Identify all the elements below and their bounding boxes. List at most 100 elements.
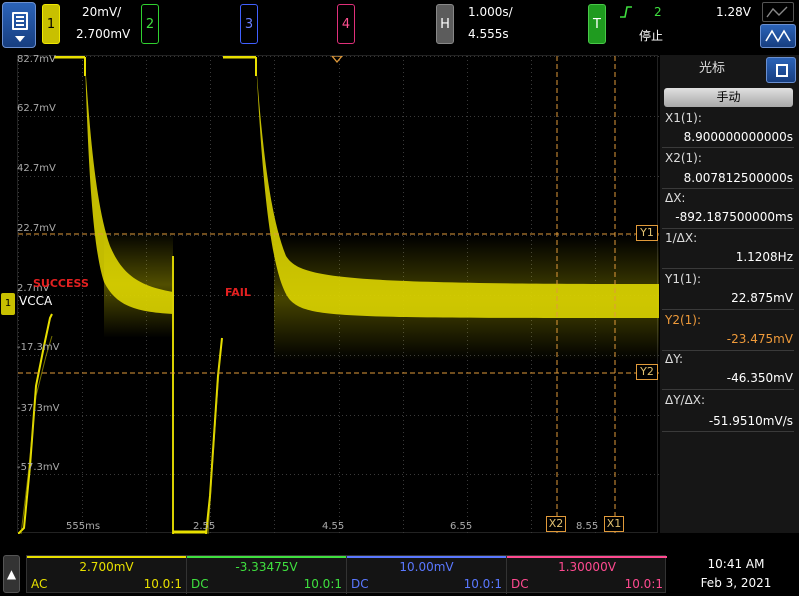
divider [662,188,794,189]
channel-4-label: 4 [341,16,351,32]
channel-1-offset: 2.700mV [76,27,131,41]
channel-4-offset-value: 1.30000V [558,560,616,574]
divider [662,431,794,432]
trigger-button[interactable]: T [588,4,606,44]
touch-waveform-button[interactable] [760,24,796,48]
clock-date: Feb 3, 2021 [700,576,772,590]
horizontal-label: H [440,16,450,32]
expand-up-button[interactable]: ▲ [3,555,20,593]
x2-label: X2(1): [665,151,702,165]
fail-annotation: FAIL [225,286,251,299]
channel-2-button[interactable]: 2 [141,4,159,44]
y2-value[interactable]: -23.475mV [727,332,793,346]
x1-label: X1(1): [665,111,702,125]
trigger-level: 1.28V [716,5,751,19]
divider [662,147,794,148]
delta-y-value: -46.350mV [726,371,793,385]
cursor-x1-tag[interactable]: X1 [604,516,624,532]
trigger-source: 2 [654,5,662,19]
ground-reference-marker[interactable]: 1 [1,293,15,315]
acquisition-state: 停止 [639,29,664,43]
delta-y-over-delta-x-label: ΔY/ΔX: [665,393,706,407]
horizontal-scale: 1.000s/ [468,5,513,19]
divider [662,309,794,310]
channel-1-coupling: AC [31,577,48,591]
x-tick-label: 555ms [66,521,101,532]
trigger-position-marker [331,56,343,64]
clock-time: 10:41 AM [707,557,765,571]
y-tick-label: 42.7mV [17,163,56,174]
y2-label: Y2(1): [665,313,702,327]
delta-x-label: ΔX: [665,191,686,205]
chevron-down-icon [15,36,25,42]
cursor-y2-tag[interactable]: Y2 [636,364,658,380]
trigger-label: T [593,16,601,32]
menu-icon [776,64,788,77]
channel-3-info[interactable]: 10.00mV DC 10.0:1 [347,556,507,594]
channel-2-label: 2 [145,16,155,32]
y-tick-label: -17.3mV [17,342,60,353]
channel-4-button[interactable]: 4 [337,4,355,44]
divider [662,389,794,390]
cursor-panel: 光标 手动 X1(1): 8.900000000000s X2(1): 8.00… [660,55,799,533]
rising-edge-icon [620,6,632,18]
waveform-svg [18,56,659,534]
x-tick-label: 4.55 [322,521,345,532]
channel-2-info[interactable]: -3.33475V DC 10.0:1 [187,556,347,594]
channel-1-info[interactable]: 2.700mV AC 10.0:1 [27,556,187,594]
menu-icon [12,12,28,30]
channel-1-probe: 10.0:1 [143,577,182,591]
cursor-x2-tag[interactable]: X2 [546,516,566,532]
delta-x-value: -892.187500000ms [675,210,793,224]
inverse-delta-x-value: 1.1208Hz [735,250,793,264]
y-tick-label: 22.7mV [17,223,56,234]
horizontal-position: 4.555s [468,27,509,41]
channel-3-coupling: DC [351,577,369,591]
divider [662,268,794,269]
main-menu-button[interactable] [2,2,36,48]
channel-1-trace [18,56,659,534]
x-tick-label: 2.55 [193,521,216,532]
y1-label: Y1(1): [665,272,702,286]
x2-value[interactable]: 8.007812500000s [684,171,793,185]
channel-1-label: 1 [46,16,56,32]
x-tick-label: 6.55 [450,521,473,532]
y-tick-label: 62.7mV [17,103,56,114]
horizontal-button[interactable]: H [436,4,454,44]
y-tick-label: -57.3mV [17,462,60,473]
inverse-delta-x-label: 1/ΔX: [665,231,698,245]
channel-3-button[interactable]: 3 [240,4,258,44]
x1-value[interactable]: 8.900000000000s [684,130,793,144]
panel-menu-button[interactable] [766,57,796,83]
divider [662,228,794,229]
channel-2-probe: 10.0:1 [303,577,342,591]
channel-2-coupling: DC [191,577,209,591]
channel-info-strip: 2.700mV AC 10.0:1 -3.33475V DC 10.0:1 10… [26,555,667,594]
channel-1-scale: 20mV/ [82,5,122,19]
y1-value[interactable]: 22.875mV [731,291,793,305]
divider [662,350,794,351]
channel-3-probe: 10.0:1 [463,577,502,591]
panel-title: 光标 [698,61,725,76]
cursor-y1-tag[interactable]: Y1 [636,225,658,241]
arrow-up-icon: ▲ [6,567,17,581]
channel-1-button[interactable]: 1 [42,4,60,44]
top-bar: 1 20mV/ 2.700mV 2 3 4 H 1.000s/ 4.555s T… [0,0,799,52]
channel-1-offset-value: 2.700mV [79,560,134,574]
y-tick-label: -37.3mV [17,403,60,414]
channel-4-info[interactable]: 1.30000V DC 10.0:1 [507,556,667,594]
channel-4-probe: 10.0:1 [624,577,663,591]
measure-icon[interactable] [762,2,794,22]
channel-4-coupling: DC [511,577,529,591]
delta-y-over-delta-x-value: -51.9510mV/s [708,414,793,428]
waveform-display[interactable] [17,55,659,534]
x-tick-label: 8.55 [576,521,599,532]
channel-2-offset-value: -3.33475V [235,560,298,574]
y-tick-label: 82.7mV [17,54,56,65]
cursor-mode-button[interactable]: 手动 [664,88,793,107]
delta-y-label: ΔY: [665,352,683,366]
success-annotation: SUCCESS [33,277,89,290]
channel-3-label: 3 [244,16,254,32]
bottom-bar: ▲ 2.700mV AC 10.0:1 -3.33475V DC 10.0:1 … [0,552,799,596]
channel-3-offset-value: 10.00mV [399,560,454,574]
